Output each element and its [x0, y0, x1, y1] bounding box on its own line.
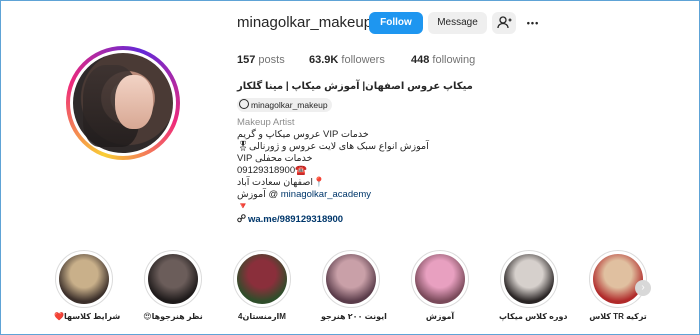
highlight-item[interactable]: ارمنستان4M — [232, 250, 292, 322]
highlight-label: ایونت ۲۰۰ هنرجو — [321, 312, 387, 321]
bio-line-1: خدمات VIP عروس میکاپ و گریم — [237, 129, 369, 140]
highlight-ring — [589, 250, 647, 308]
academy-mention-link[interactable]: minagolkar_academy — [281, 189, 371, 200]
bio-line-2: آموزش انواع سبک های لایت عروس و ژورنالی🎖 — [237, 141, 429, 152]
link-icon — [237, 214, 246, 223]
website-row[interactable]: wa.me/989129318900 — [237, 214, 343, 226]
bio-name: میکاپ عروس اصفهان| آموزش میکاپ | مینا گل… — [237, 81, 473, 92]
highlight-label: کلاس TR ترکیه — [589, 312, 647, 321]
followers-count[interactable]: 63.9K followers — [309, 53, 385, 67]
avatar-border — [70, 50, 176, 156]
highlight-ring — [144, 250, 202, 308]
bio-academy-text: آموزش @ — [237, 189, 279, 200]
suggest-accounts-button[interactable] — [492, 12, 516, 34]
person-add-icon — [497, 16, 512, 29]
posts-count: 157 posts — [237, 53, 285, 67]
bio-line-3: خدمات محفلی VIP — [237, 153, 313, 164]
posts-value: 157 — [237, 54, 256, 66]
following-count[interactable]: 448 following — [411, 53, 475, 67]
highlight-item[interactable]: ایونت ۲۰۰ هنرجو — [321, 250, 387, 322]
bio-category: Makeup Artist — [237, 117, 295, 128]
highlight-cover — [504, 254, 554, 304]
threads-icon — [239, 99, 249, 109]
highlight-cover — [326, 254, 376, 304]
highlight-cover — [593, 254, 643, 304]
highlight-cover — [237, 254, 287, 304]
more-options-button[interactable]: ••• — [522, 12, 544, 34]
highlight-ring — [322, 250, 380, 308]
avatar-photo — [73, 53, 173, 153]
avatar-face — [115, 75, 153, 129]
followers-label: followers — [341, 54, 385, 66]
highlight-item[interactable]: دوره کلاس میکاپ — [499, 250, 568, 322]
highlight-label: دوره کلاس میکاپ — [499, 312, 568, 321]
bio-arrow: 🔻 — [237, 201, 249, 212]
highlight-ring — [500, 250, 558, 308]
highlight-label: ❤️شرایط کلاسها — [54, 312, 121, 321]
more-dots-icon: ••• — [526, 18, 540, 28]
website-link[interactable]: wa.me/989129318900 — [248, 214, 343, 225]
profile-avatar[interactable] — [66, 46, 180, 160]
following-label: following — [432, 54, 476, 66]
following-value: 448 — [411, 54, 430, 66]
highlight-cover — [148, 254, 198, 304]
bio-academy-line: آموزش @ minagolkar_academy — [237, 189, 371, 201]
follow-button[interactable]: Follow — [369, 12, 423, 34]
highlight-label: 😍نظر هنرجوها — [143, 312, 203, 321]
highlight-ring — [55, 250, 113, 308]
bio-phone: 09129318900☎️ — [237, 165, 307, 176]
highlight-ring — [411, 250, 469, 308]
highlight-item[interactable]: 😍نظر هنرجوها — [143, 250, 203, 322]
highlight-item[interactable]: ❤️شرایط کلاسها — [54, 250, 121, 322]
next-highlights-button[interactable]: › — [635, 280, 651, 296]
posts-label: posts — [258, 54, 285, 66]
threads-handle: minagolkar_makeup — [251, 100, 328, 110]
followers-value: 63.9K — [309, 54, 339, 66]
highlight-item[interactable]: آموزش — [410, 250, 470, 322]
chevron-right-icon: › — [641, 282, 645, 293]
highlight-cover — [415, 254, 465, 304]
bio-location: 📍اصفهان سعادت آباد — [237, 177, 325, 188]
message-button[interactable]: Message — [428, 12, 487, 34]
highlight-label: آموزش — [425, 312, 455, 321]
profile-username: minagolkar_makeup — [237, 14, 373, 31]
highlight-cover — [59, 254, 109, 304]
highlight-label: ارمنستان4M — [238, 312, 286, 321]
highlight-ring — [233, 250, 291, 308]
threads-badge[interactable]: minagolkar_makeup — [237, 98, 332, 112]
